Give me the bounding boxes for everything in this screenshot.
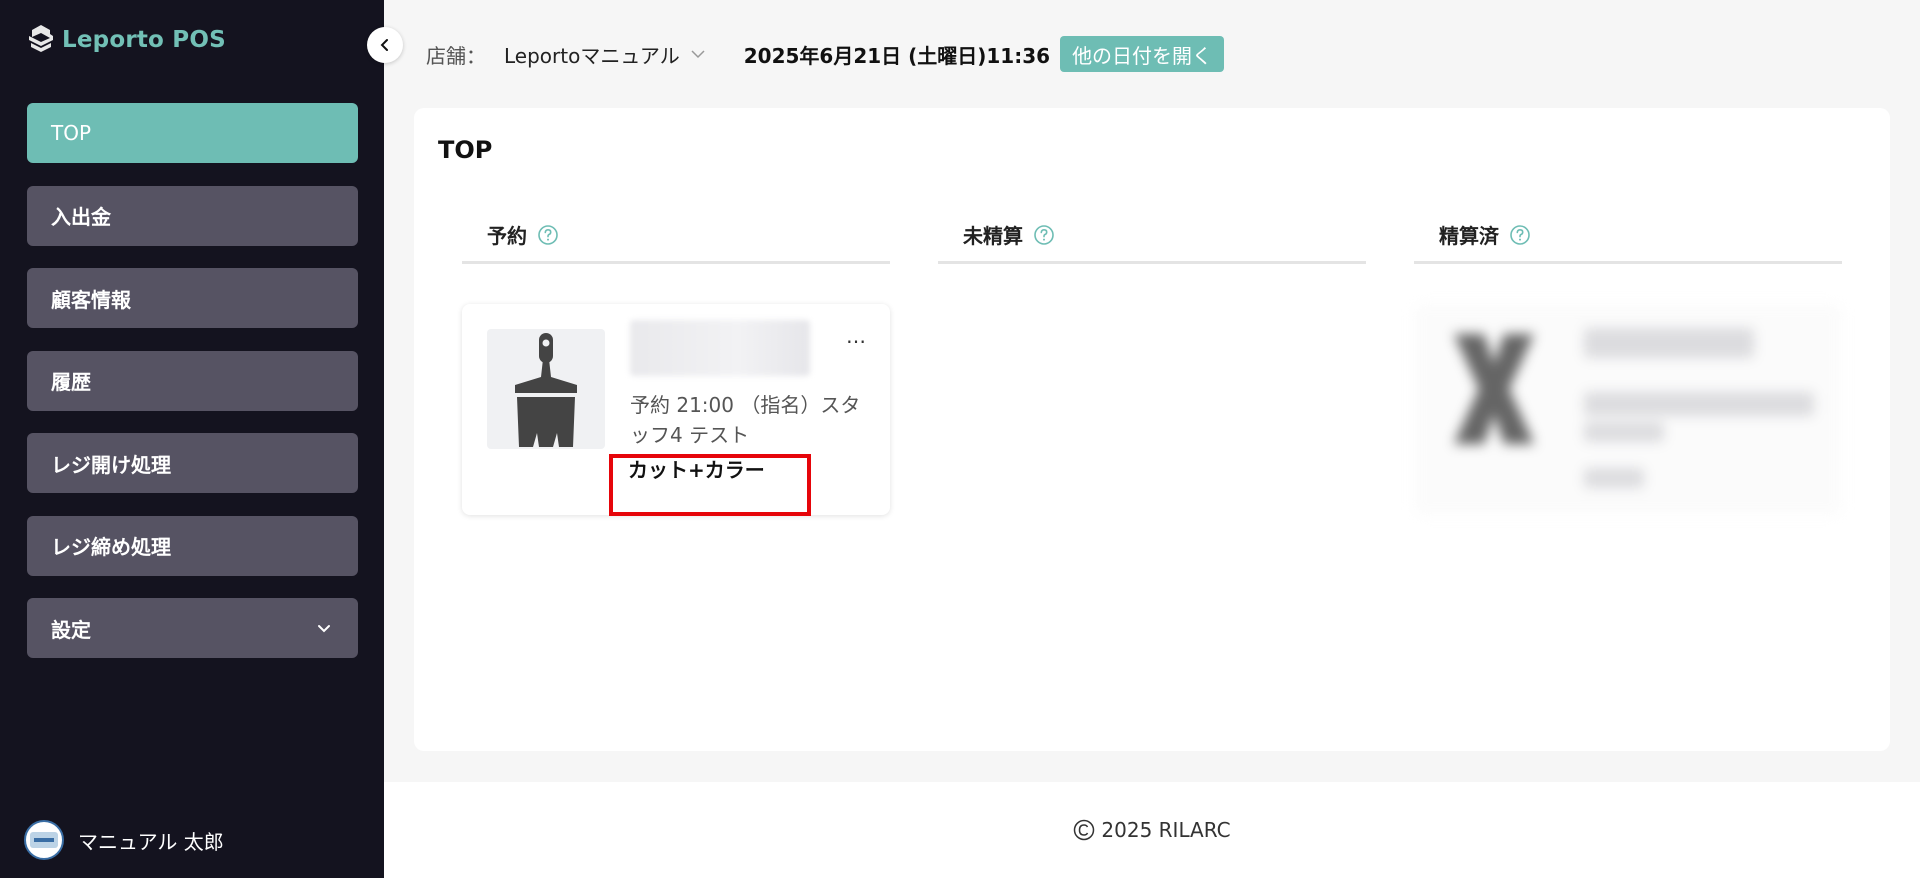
question-circle-icon[interactable] (1033, 224, 1055, 246)
sidebar-collapse-button[interactable] (367, 27, 403, 63)
customer-name-blurred (630, 320, 810, 376)
column-header-reservations: 予約 (462, 220, 890, 264)
app-logo[interactable]: Leporto POS (28, 24, 226, 56)
brush-icon (515, 333, 577, 447)
sidebar-item-customers[interactable]: 顧客情報 (27, 268, 358, 328)
user-name: マニュアル 太郎 (78, 829, 224, 854)
column-label: 予約 (487, 224, 527, 248)
highlight-annotation-box (609, 454, 811, 516)
footer: 2025 RILARC (384, 782, 1920, 878)
column-header-paid: 精算済 (1414, 220, 1842, 264)
store-select[interactable]: Leportoマニュアル (504, 40, 706, 69)
user-profile[interactable]: マニュアル 太郎 (24, 820, 224, 860)
more-horizontal-icon[interactable]: … (846, 324, 867, 348)
chevron-left-icon (380, 39, 388, 51)
sidebar-item-label: レジ締め処理 (51, 535, 171, 559)
sidebar-item-register-close[interactable]: レジ締め処理 (27, 515, 358, 576)
store-select-value: Leportoマニュアル (504, 43, 680, 68)
sidebar-item-settings[interactable]: 設定 (27, 598, 358, 658)
reservation-info: 予約 21:00 （指名）スタッフ4 テスト (630, 393, 861, 447)
copyright-icon (1074, 819, 1095, 841)
app-name: Leporto POS (62, 27, 226, 53)
sidebar-item-label: レジ開け処理 (51, 452, 171, 477)
sidebar-item-label: 設定 (51, 617, 91, 642)
question-circle-icon[interactable] (1509, 224, 1531, 246)
chevron-down-icon (691, 50, 705, 59)
reservation-thumbnail (487, 329, 605, 449)
sidebar-item-label: 顧客情報 (51, 287, 131, 312)
copyright-text: 2025 RILARC (1101, 818, 1231, 842)
open-other-date-button[interactable]: 他の日付を開く (1060, 36, 1225, 72)
sidebar-nav: TOP 入出金 顧客情報 履歴 レジ開け処理 レジ締め処理 設定 (27, 103, 358, 681)
paid-card-blurred[interactable] (1414, 304, 1842, 515)
brush-logo-icon (29, 25, 53, 52)
avatar (24, 820, 64, 860)
top-header: 店舗： Leportoマニュアル 2025年6月21日 (土曜日)11:36 他… (426, 36, 1225, 72)
sidebar-item-label: 履歴 (51, 370, 91, 394)
main-card: TOP 予約 未精算 精算済 … 予約 21:00 （指名）スタッフ4 テスト … (414, 108, 1890, 751)
column-label: 未精算 (963, 224, 1023, 248)
page-title: TOP (438, 136, 493, 164)
current-datetime: 2025年6月21日 (土曜日)11:36 (743, 43, 1051, 68)
sidebar-item-register-open[interactable]: レジ開け処理 (27, 433, 358, 493)
column-header-unpaid: 未精算 (938, 220, 1366, 264)
chevron-down-icon (318, 625, 330, 633)
sidebar-item-history[interactable]: 履歴 (27, 350, 358, 411)
column-label: 精算済 (1439, 224, 1499, 248)
sidebar-item-label: 入出金 (51, 205, 111, 229)
sidebar: Leporto POS TOP 入出金 顧客情報 履歴 レジ開け処理 レジ締め処… (0, 0, 384, 878)
store-label: 店舗： (426, 43, 486, 68)
sidebar-item-deposit-withdrawal[interactable]: 入出金 (27, 185, 358, 246)
sidebar-item-top[interactable]: TOP (27, 103, 358, 163)
question-circle-icon[interactable] (537, 224, 559, 246)
sidebar-item-label: TOP (51, 121, 92, 145)
brush-icon (1454, 334, 1534, 444)
